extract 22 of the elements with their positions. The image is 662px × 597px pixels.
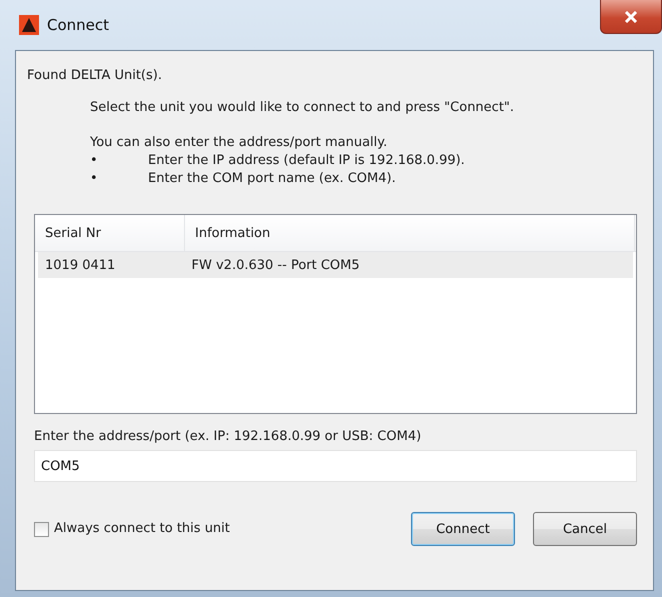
address-field[interactable]: COM5: [34, 450, 637, 482]
table-cell-text: FW v2.0.630 -- Port COM5: [190, 256, 361, 274]
cancel-button[interactable]: Cancel: [533, 512, 637, 546]
always-connect-checkbox[interactable]: [34, 522, 49, 536]
connect-button[interactable]: Connect: [411, 512, 515, 546]
heading-text: Found DELTA Unit(s).: [27, 67, 163, 85]
column-header[interactable]: Serial Nr: [35, 215, 185, 251]
unit-row[interactable]: 1019 0411 FW v2.0.630 -- Port COM5: [38, 252, 633, 278]
window-title: Connect: [47, 16, 110, 34]
bullet-text: Enter the IP address (default IP is 192.168.0.99).: [148, 152, 465, 170]
address-label: Enter the address/port (ex. IP: 192.168.0.99 or USB: COM4): [34, 428, 422, 446]
bullet-mark: •: [90, 152, 99, 170]
table-cell-text: 1019 0411: [44, 256, 116, 274]
bullet-text: Enter the COM port name (ex. COM4).: [148, 170, 396, 188]
manual-note-text: You can also enter the address/port manually.: [90, 134, 388, 152]
checkbox-label: Always connect to this unit: [54, 520, 231, 538]
bullet-mark: •: [90, 170, 99, 188]
app-logo-icon: [19, 15, 39, 35]
close-button[interactable]: [600, 0, 662, 34]
close-icon: [624, 10, 638, 22]
instruction-text: Select the unit you would like to connect to and press "Connect".: [90, 99, 516, 117]
column-header[interactable]: Information: [185, 215, 635, 251]
